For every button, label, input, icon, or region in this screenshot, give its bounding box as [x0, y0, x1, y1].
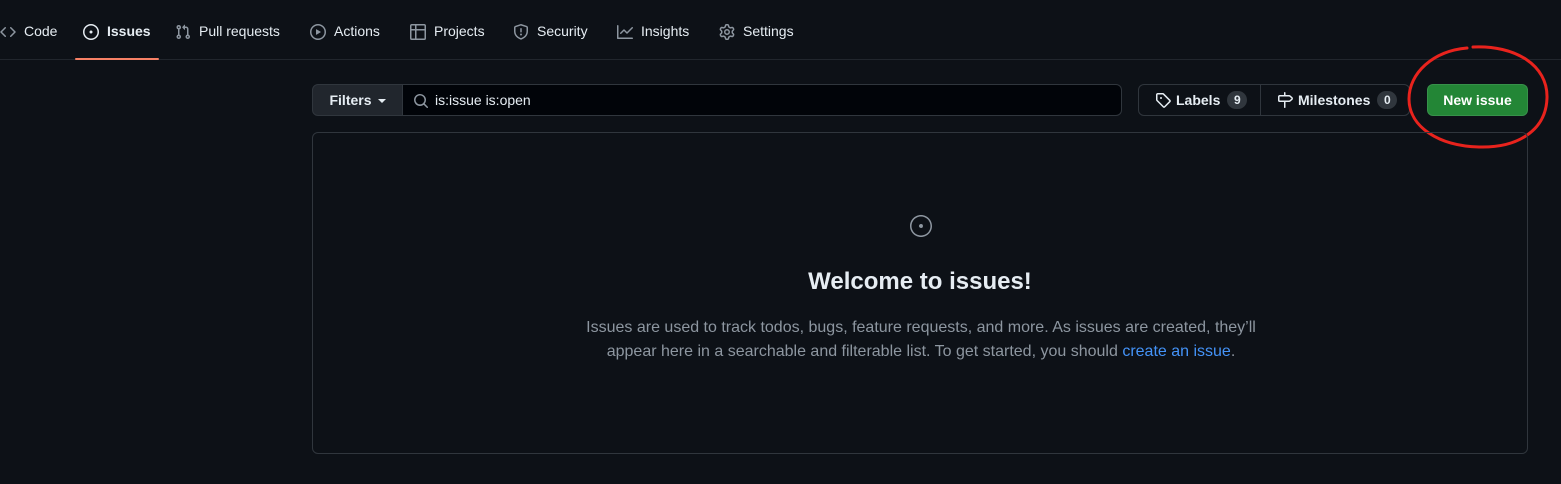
labels-milestones-group: Labels 9 Milestones 0 — [1138, 84, 1410, 116]
milestones-count-badge: 0 — [1377, 91, 1398, 109]
filters-search-group: Filters — [312, 84, 1122, 116]
tab-label: Actions — [334, 23, 380, 39]
new-issue-label: New issue — [1443, 92, 1512, 108]
labels-button[interactable]: Labels 9 — [1139, 85, 1261, 115]
tab-label: Pull requests — [199, 23, 280, 39]
tab-settings[interactable]: Settings — [719, 12, 794, 60]
tab-label: Code — [24, 23, 58, 39]
table-icon — [410, 24, 426, 40]
tab-label: Issues — [107, 23, 151, 39]
search-input[interactable] — [403, 85, 1121, 115]
tab-actions[interactable]: Actions — [310, 12, 380, 60]
labels-label: Labels — [1176, 92, 1221, 108]
issue-opened-icon — [83, 24, 99, 40]
tag-icon — [1155, 92, 1171, 108]
shield-icon — [513, 24, 529, 40]
caret-down-icon — [377, 99, 386, 103]
tab-label: Insights — [641, 23, 690, 39]
blankslate-line-2: appear here in a searchable and filterab… — [606, 343, 1118, 360]
repo-nav: Code Issues Pull requests Actions Projec… — [0, 0, 1561, 60]
tab-issues[interactable]: Issues — [75, 12, 159, 60]
graph-icon — [617, 24, 633, 40]
search-icon — [413, 93, 429, 109]
filters-button[interactable]: Filters — [312, 84, 403, 116]
git-pull-request-icon — [175, 24, 191, 40]
milestones-button[interactable]: Milestones 0 — [1261, 85, 1409, 115]
labels-count-badge: 9 — [1227, 91, 1248, 109]
tab-label: Projects — [434, 23, 485, 39]
filters-label: Filters — [329, 92, 372, 108]
tab-security[interactable]: Security — [513, 12, 588, 60]
issue-search — [403, 84, 1122, 116]
new-issue-button[interactable]: New issue — [1427, 84, 1528, 116]
tab-pull-requests[interactable]: Pull requests — [175, 12, 280, 60]
issue-opened-icon — [909, 214, 933, 238]
tab-label: Security — [537, 23, 588, 39]
tab-label: Settings — [743, 23, 794, 39]
blankslate-title: Welcome to issues! — [808, 268, 1032, 295]
milestone-icon — [1277, 92, 1293, 108]
code-icon — [0, 24, 16, 40]
blankslate-line-1: Issues are used to track todos, bugs, fe… — [586, 319, 1256, 336]
tab-projects[interactable]: Projects — [410, 12, 485, 60]
issues-blankslate: Welcome to issues! Issues are used to tr… — [312, 132, 1528, 454]
create-issue-link[interactable]: create an issue — [1122, 343, 1231, 360]
play-icon — [310, 24, 326, 40]
blankslate-period: . — [1230, 343, 1236, 360]
tab-code[interactable]: Code — [0, 12, 57, 60]
tab-insights[interactable]: Insights — [617, 12, 689, 60]
blankslate-description: Issues are used to track todos, bugs, fe… — [563, 316, 1279, 364]
gear-icon — [719, 24, 735, 40]
milestones-label: Milestones — [1298, 92, 1371, 108]
